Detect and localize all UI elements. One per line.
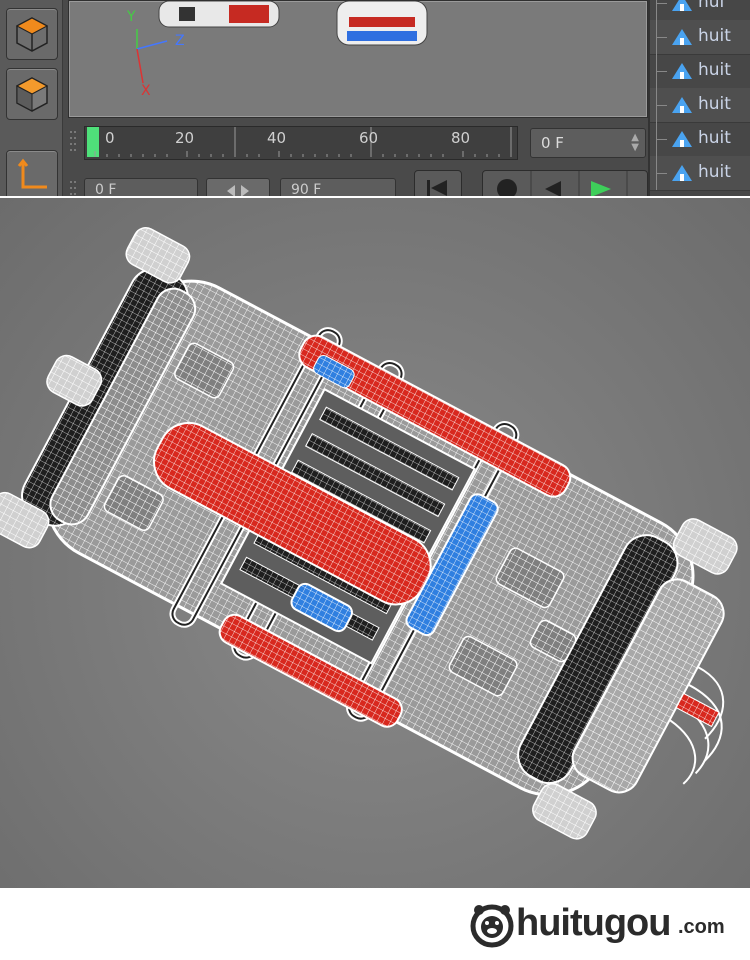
footer-watermark: huitugou .com xyxy=(0,888,750,960)
start-frame-field[interactable]: 0 F xyxy=(84,178,198,196)
object-name: huit xyxy=(698,26,731,46)
object-row[interactable]: huit xyxy=(650,20,750,55)
object-row[interactable]: huit xyxy=(650,54,750,89)
wireframe-model xyxy=(0,227,738,840)
object-name: hui xyxy=(698,0,725,12)
timeline-tick-label: 40 xyxy=(267,129,287,147)
brand-name: huitugou xyxy=(516,902,671,944)
axis-tool-button[interactable] xyxy=(6,150,58,196)
viewport-thumbnail[interactable]: Y Z X xyxy=(68,0,648,118)
editor-panel: Y Z X 0 20 40 60 80 0 F ▲ ▼ 0 F 90 F hui… xyxy=(0,0,750,196)
spinner-arrows-icon[interactable]: ▲ ▼ xyxy=(631,133,639,153)
cube-solid-icon xyxy=(15,77,49,112)
null-object-icon xyxy=(672,0,692,11)
bear-logo-icon xyxy=(470,904,514,948)
object-name: huit xyxy=(698,128,731,148)
object-row[interactable]: huit xyxy=(650,122,750,157)
controls-grip-icon[interactable] xyxy=(68,178,78,196)
start-frame-value: 0 F xyxy=(95,182,117,196)
axis-corner-icon xyxy=(17,158,47,189)
tool-palette xyxy=(0,0,63,196)
object-manager: hui huit huit huit huit huit xyxy=(648,0,750,196)
timeline-grip-icon[interactable] xyxy=(68,128,78,158)
end-frame-field[interactable]: 90 F xyxy=(280,178,396,196)
timeline-ruler[interactable]: 0 20 40 60 80 xyxy=(84,126,518,160)
object-row[interactable]: huit xyxy=(650,156,750,191)
wireframe-render-view xyxy=(0,198,750,888)
object-name: huit xyxy=(698,94,731,114)
go-to-start-button[interactable] xyxy=(414,170,462,196)
axis-z-label: Z xyxy=(175,33,185,49)
range-arrows-icon xyxy=(227,185,249,196)
null-object-icon xyxy=(672,97,692,113)
end-frame-value: 90 F xyxy=(291,182,322,196)
axis-y-label: Y xyxy=(127,9,136,25)
null-object-icon xyxy=(672,131,692,147)
null-object-icon xyxy=(672,165,692,181)
brand-tld: .com xyxy=(678,916,725,938)
cube-tool-button[interactable] xyxy=(6,8,58,60)
object-name: huit xyxy=(698,162,731,182)
timeline-tick-label: 20 xyxy=(175,129,195,147)
object-row[interactable]: huit xyxy=(650,88,750,123)
range-slider[interactable] xyxy=(206,178,270,196)
skip-back-icon xyxy=(427,180,447,196)
object-row[interactable]: hui xyxy=(650,0,750,21)
null-object-icon xyxy=(672,29,692,45)
current-frame-field[interactable]: 0 F ▲ ▼ xyxy=(530,128,646,158)
mini-model-preview xyxy=(136,1,428,84)
timeline-tick-label: 60 xyxy=(359,129,379,147)
cube-solid-tool-button[interactable] xyxy=(6,68,58,120)
cube-outline-icon xyxy=(15,17,49,52)
playback-icons xyxy=(497,171,628,196)
timeline-tick-label: 80 xyxy=(451,129,471,147)
current-frame-value: 0 F xyxy=(541,134,564,152)
timeline-tick-label: 0 xyxy=(105,129,115,147)
axis-x-label: X xyxy=(141,83,151,99)
playback-controls xyxy=(482,170,648,196)
null-object-icon xyxy=(672,63,692,79)
object-name: huit xyxy=(698,60,731,80)
